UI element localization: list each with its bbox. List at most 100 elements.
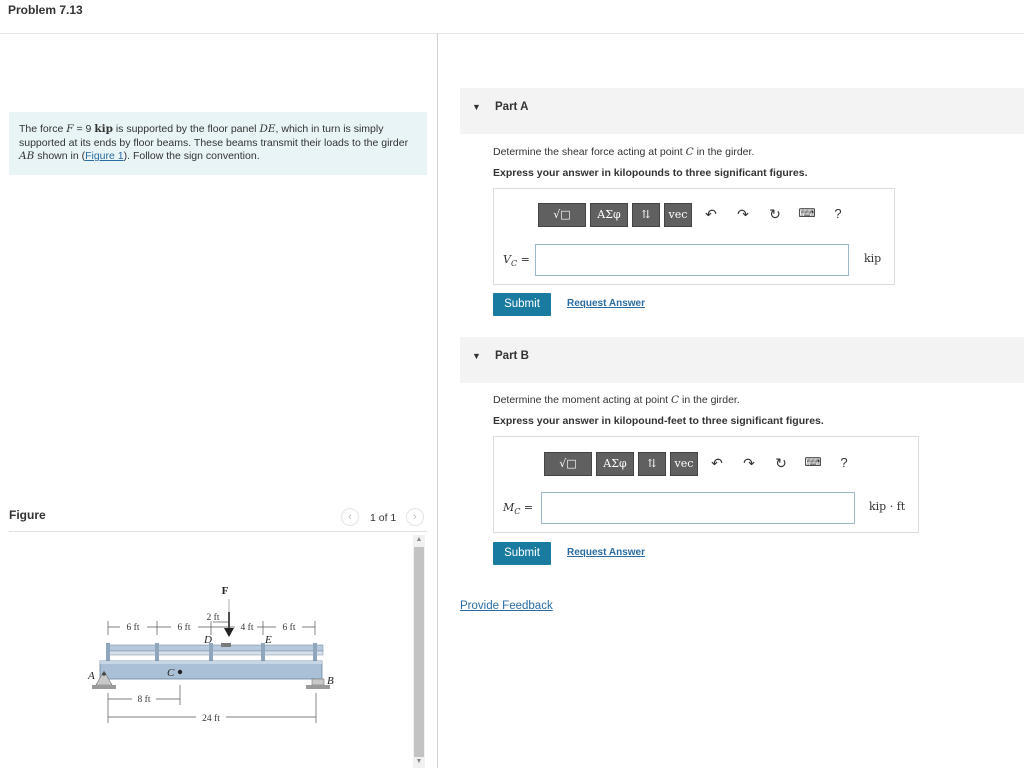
arrows-icon: ⇅ <box>641 208 651 221</box>
scroll-up-arrow-icon[interactable]: ▲ <box>413 536 425 546</box>
help-button[interactable]: ? <box>829 206 847 221</box>
part-a-answer-input[interactable] <box>535 244 849 276</box>
part-a-var-symbol: V <box>503 253 511 266</box>
reset-icon[interactable]: ↻ <box>766 206 784 223</box>
chevron-right-icon: › <box>413 511 417 523</box>
vec-button[interactable]: vec <box>664 203 692 227</box>
templates-button[interactable]: √□ <box>538 203 586 227</box>
roller-support-b <box>311 678 325 686</box>
floor-beam-3 <box>209 643 213 661</box>
part-b-toolbar: √□ ΑΣφ ⇅ vec ↶ ↷ ↻ ⌨ ? <box>544 452 900 478</box>
figure-link[interactable]: Figure 1 <box>85 150 124 162</box>
figure-heading: Figure <box>9 508 46 522</box>
part-a-question-text-1: Determine the shear force acting at poin… <box>493 146 686 158</box>
statement-text-3: is supported by the floor panel <box>112 123 260 135</box>
next-figure-button[interactable]: › <box>406 508 424 526</box>
part-b-answer-input[interactable] <box>541 492 855 524</box>
help-button[interactable]: ? <box>835 455 853 470</box>
part-a-question-text-2: in the girder. <box>693 146 755 158</box>
part-b-question-text-1: Determine the moment acting at point <box>493 394 672 406</box>
floor-beam-2 <box>155 643 159 661</box>
part-b-request-answer-link[interactable]: Request Answer <box>567 547 645 558</box>
part-b-instruction: Express your answer in kilopound-feet to… <box>493 415 824 427</box>
part-a-instruction: Express your answer in kilopounds to thr… <box>493 167 808 179</box>
scroll-down-arrow-icon[interactable]: ▼ <box>413 758 425 768</box>
figure-pager-text: 1 of 1 <box>370 512 397 524</box>
panel-divider <box>437 33 438 768</box>
stringers <box>106 650 324 656</box>
part-a-header[interactable]: ▼ Part A <box>460 88 1024 134</box>
arrows-button[interactable]: ⇅ <box>632 203 660 227</box>
part-a-equals: = <box>517 253 530 266</box>
label-c: C <box>167 667 175 679</box>
part-a-answer-box: √□ ΑΣφ ⇅ vec ↶ ↷ ↻ ⌨ ? VC = kip <box>493 188 895 285</box>
part-b-point: C <box>671 394 680 406</box>
templates-button[interactable]: √□ <box>544 452 592 476</box>
undo-icon[interactable]: ↶ <box>708 455 726 472</box>
redo-icon[interactable]: ↷ <box>740 455 758 472</box>
undo-icon[interactable]: ↶ <box>702 206 720 223</box>
collapse-triangle-icon: ▼ <box>472 351 481 361</box>
vec-label: vec <box>668 208 688 221</box>
label-6ft-c: 6 ft <box>283 622 296 633</box>
part-b-question-text-2: in the girder. <box>679 394 740 406</box>
label-e: E <box>264 634 272 646</box>
part-a-question: Determine the shear force acting at poin… <box>493 146 754 158</box>
arrows-icon: ⇅ <box>647 457 657 470</box>
keyboard-icon[interactable]: ⌨ <box>798 206 816 220</box>
statement-var-ab: AB <box>19 150 35 162</box>
part-a-request-answer-link[interactable]: Request Answer <box>567 298 645 309</box>
part-b-submit-button[interactable]: Submit <box>493 542 551 565</box>
chevron-left-icon: ‹ <box>348 511 352 523</box>
arrows-button[interactable]: ⇅ <box>638 452 666 476</box>
greek-button[interactable]: ΑΣφ <box>596 452 634 476</box>
part-b-unit: kip · ft <box>869 500 906 513</box>
floor-beam-1 <box>106 643 110 661</box>
part-b-question: Determine the moment acting at point C i… <box>493 394 740 406</box>
force-arrowhead <box>224 628 234 637</box>
label-a: A <box>87 670 95 682</box>
reset-icon[interactable]: ↻ <box>772 455 790 472</box>
label-f: F <box>222 585 229 597</box>
floor-panel <box>106 644 324 652</box>
vec-button[interactable]: vec <box>670 452 698 476</box>
label-4ft: 4 ft <box>241 622 254 633</box>
girder-diagram: F 2 ft 6 ft 6 ft 4 ft 6 ft D E C A B 8 f… <box>87 585 334 724</box>
part-a-submit-button[interactable]: Submit <box>493 293 551 316</box>
statement-var-de: DE <box>259 123 276 135</box>
point-c-dot <box>177 669 183 675</box>
part-b-header[interactable]: ▼ Part B <box>460 337 1024 383</box>
ground-b <box>306 685 330 689</box>
part-b-answer-box: √□ ΑΣφ ⇅ vec ↶ ↷ ↻ ⌨ ? MC = kip · ft <box>493 436 919 533</box>
prev-figure-button[interactable]: ‹ <box>341 508 359 526</box>
load-pad <box>221 643 231 647</box>
part-a-variable: VC = <box>503 253 530 268</box>
girder-flange <box>100 661 322 664</box>
vec-label: vec <box>674 457 694 470</box>
keyboard-icon[interactable]: ⌨ <box>804 455 822 469</box>
greek-button[interactable]: ΑΣφ <box>590 203 628 227</box>
label-2ft: 2 ft <box>207 612 220 623</box>
part-b-var-symbol: M <box>503 501 515 514</box>
floor-beam-5 <box>313 643 317 661</box>
label-8ft: 8 ft <box>138 694 151 705</box>
greek-label: ΑΣφ <box>597 208 621 221</box>
part-a-toolbar: √□ ΑΣφ ⇅ vec ↶ ↷ ↻ ⌨ ? <box>538 203 890 229</box>
part-b-label: Part B <box>495 350 529 362</box>
figure-scrollbar-thumb[interactable] <box>414 547 424 757</box>
redo-icon[interactable]: ↷ <box>734 206 752 223</box>
templates-icon: √□ <box>559 457 577 470</box>
statement-text-6: ). Follow the sign convention. <box>123 150 260 162</box>
label-6ft-a: 6 ft <box>127 622 140 633</box>
part-b-variable: MC = <box>503 501 533 516</box>
label-24ft: 24 ft <box>202 713 220 724</box>
label-6ft-b: 6 ft <box>178 622 191 633</box>
provide-feedback-link[interactable]: Provide Feedback <box>460 600 553 612</box>
collapse-triangle-icon: ▼ <box>472 102 481 112</box>
statement-text-2: = 9 <box>73 123 95 135</box>
problem-statement: The force F = 9 kip is supported by the … <box>9 112 427 175</box>
floor-beam-4 <box>261 643 265 661</box>
part-b-equals: = <box>520 501 534 514</box>
statement-text-5: shown in ( <box>34 150 86 162</box>
greek-label: ΑΣφ <box>603 457 627 470</box>
